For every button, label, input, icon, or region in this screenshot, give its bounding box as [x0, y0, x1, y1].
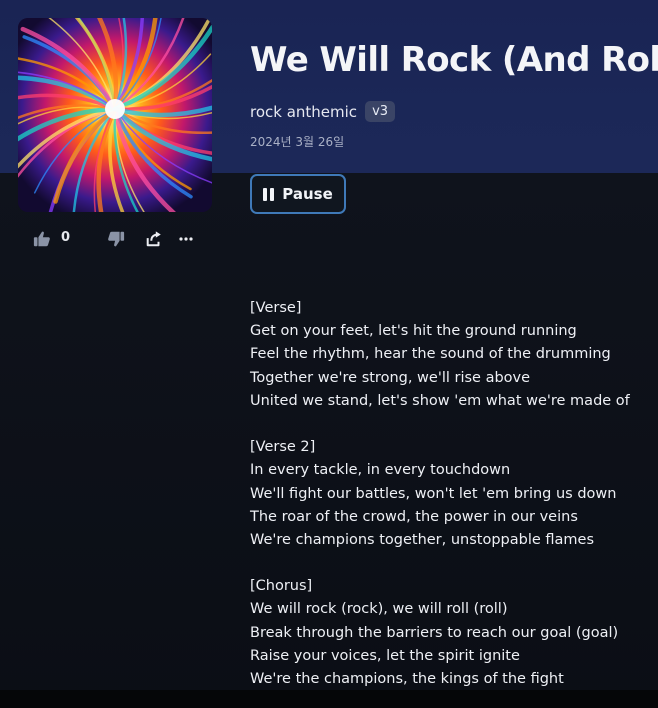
- thumbs-down-icon: [108, 231, 125, 247]
- dislike-button[interactable]: [104, 226, 128, 252]
- pause-icon: [263, 187, 275, 201]
- lyric-line: We're champions together, unstoppable fl…: [250, 531, 595, 548]
- like-count: 0: [61, 230, 71, 245]
- lyric-line: We're the champions, the kings of the fi…: [250, 671, 564, 687]
- pause-label: Pause: [282, 185, 333, 203]
- lyric-line: In every tackle, in every touchdown: [250, 462, 511, 479]
- bottom-strip: [0, 690, 658, 708]
- style-tag[interactable]: rock anthemic: [250, 103, 357, 121]
- lyric-line: Break through the barriers to reach our …: [250, 624, 619, 641]
- lyric-line: Get on your feet, let's hit the ground r…: [250, 323, 577, 340]
- share-icon: [146, 231, 161, 247]
- share-button[interactable]: [142, 226, 166, 252]
- lyric-line: Raise your voices, let the spirit ignite: [250, 647, 520, 664]
- lyric-spacer: [250, 552, 650, 575]
- lyric-section-label: [Verse 2]: [250, 439, 316, 456]
- thumbs-up-icon: [33, 231, 50, 247]
- like-button[interactable]: [30, 226, 54, 252]
- lyrics: [Verse] Get on your feet, let's hit the g…: [250, 297, 650, 691]
- lyric-line: Together we're strong, we'll rise above: [250, 369, 531, 386]
- lyric-section-label: [Verse]: [250, 300, 302, 316]
- song-meta: rock anthemic v3: [250, 101, 396, 122]
- lyric-spacer: [250, 413, 650, 436]
- pause-button[interactable]: Pause: [250, 174, 346, 214]
- more-button[interactable]: [176, 226, 196, 252]
- more-icon: [179, 237, 193, 241]
- lyric-line: United we stand, let's show 'em what we'…: [250, 392, 630, 409]
- lyric-line: Feel the rhythm, hear the sound of the d…: [250, 346, 611, 363]
- lyric-line: We'll fight our battles, won't let 'em b…: [250, 485, 617, 502]
- creation-date: 2024년 3월 26일: [250, 135, 345, 149]
- version-badge: v3: [365, 101, 396, 122]
- cover-art: [18, 18, 212, 212]
- lyric-line: The roar of the crowd, the power in our …: [250, 508, 578, 525]
- lyric-line: We will rock (rock), we will roll (roll): [250, 601, 508, 618]
- song-title: We Will Rock (And Roll): [250, 40, 658, 80]
- song-actions: 0: [30, 226, 220, 252]
- lyric-section-label: [Chorus]: [250, 578, 313, 595]
